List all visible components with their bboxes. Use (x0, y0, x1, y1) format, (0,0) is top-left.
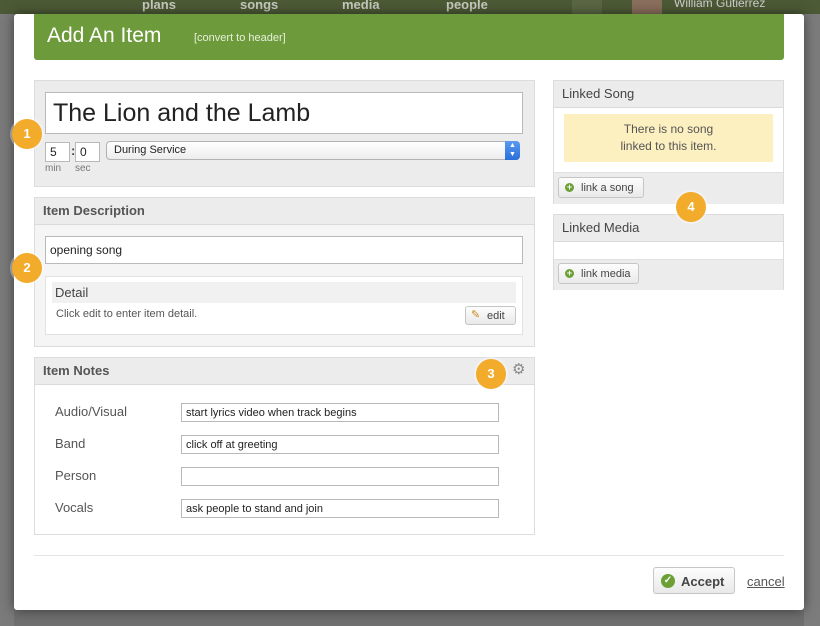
nav-plans: plans (142, 0, 176, 12)
nav-people: people (446, 0, 488, 12)
note-input-vocals[interactable] (181, 499, 499, 518)
note-input-audio-visual[interactable] (181, 403, 499, 422)
accept-button[interactable]: ✓ Accept (653, 567, 735, 594)
detail-box: Detail Click edit to enter item detail. … (45, 276, 523, 335)
callout-badge-4: 4 (676, 192, 706, 222)
linked-media-footer: + link media (554, 259, 783, 290)
edit-detail-button[interactable]: ✎ edit (465, 306, 516, 325)
detail-text: Click edit to enter item detail. (56, 308, 198, 320)
no-song-line1: There is no song (623, 122, 714, 136)
linked-media-panel: Linked Media + link media (553, 214, 784, 290)
note-label-band: Band (55, 436, 86, 451)
detail-title: Detail (55, 285, 89, 300)
callout-badge-2: 2 (12, 253, 42, 283)
accept-label: Accept (681, 574, 725, 589)
item-notes-panel: Item Notes ⚙ Audio/Visual Band Person Vo… (34, 357, 535, 535)
search-icon (572, 0, 602, 14)
background-left-strip (0, 14, 14, 626)
cancel-link[interactable]: cancel (747, 574, 785, 589)
minutes-input[interactable] (45, 142, 70, 162)
plus-icon: + (565, 268, 574, 278)
pencil-icon: ✎ (471, 309, 481, 321)
no-song-line2: linked to this item. (620, 139, 717, 153)
detail-header: Detail (52, 282, 516, 303)
modal-title: Add An Item (47, 24, 162, 47)
footer-divider (34, 555, 784, 556)
note-label-vocals: Vocals (55, 500, 94, 515)
nav-media: media (342, 0, 380, 12)
gear-icon[interactable]: ⚙ (512, 362, 525, 378)
item-notes-header: Item Notes (35, 358, 534, 385)
note-input-person[interactable] (181, 467, 499, 486)
note-input-band[interactable] (181, 435, 499, 454)
item-title-input[interactable] (45, 92, 523, 134)
convert-to-header-link[interactable]: [convert to header] (194, 32, 286, 44)
note-label-audio-visual: Audio/Visual (55, 404, 128, 419)
avatar (632, 0, 662, 14)
nav-songs: songs (240, 0, 279, 12)
callout-badge-3: 3 (476, 359, 506, 389)
plus-icon: + (565, 182, 574, 192)
linked-media-header: Linked Media (554, 215, 783, 242)
linked-song-panel: Linked Song There is no song linked to t… (553, 80, 784, 204)
add-item-modal: Add An Item [convert to header] : min se… (12, 14, 804, 610)
item-title-panel: : min sec During Service ▲▼ (34, 80, 535, 187)
select-arrows-icon: ▲ ▼ (505, 141, 520, 160)
item-description-header: Item Description (35, 198, 534, 225)
background-topbar: plans songs media people William Gutierr… (0, 0, 820, 14)
item-description-input[interactable] (45, 236, 523, 264)
user-name: William Gutierrez (674, 0, 766, 10)
linked-song-header: Linked Song (554, 81, 783, 108)
timing-select[interactable]: During Service ▲ ▼ (106, 141, 520, 160)
link-media-button[interactable]: + link media (558, 263, 639, 284)
minutes-label: min (45, 163, 62, 174)
seconds-label: sec (75, 163, 91, 174)
link-song-label: link a song (581, 182, 634, 194)
item-description-panel: Item Description Detail Click edit to en… (34, 197, 535, 347)
background-right-strip (804, 14, 820, 626)
timing-select-value: During Service (114, 144, 187, 156)
link-song-button[interactable]: + link a song (558, 177, 644, 198)
note-label-person: Person (55, 468, 97, 483)
seconds-input[interactable] (75, 142, 100, 162)
checkmark-icon: ✓ (661, 574, 675, 588)
edit-label: edit (487, 310, 505, 322)
no-song-notice: There is no song linked to this item. (564, 114, 773, 162)
link-media-label: link media (581, 268, 631, 280)
callout-badge-1: 1 (12, 119, 42, 149)
modal-header: Add An Item [convert to header] (34, 14, 784, 60)
linked-song-footer: + link a song (554, 172, 783, 204)
